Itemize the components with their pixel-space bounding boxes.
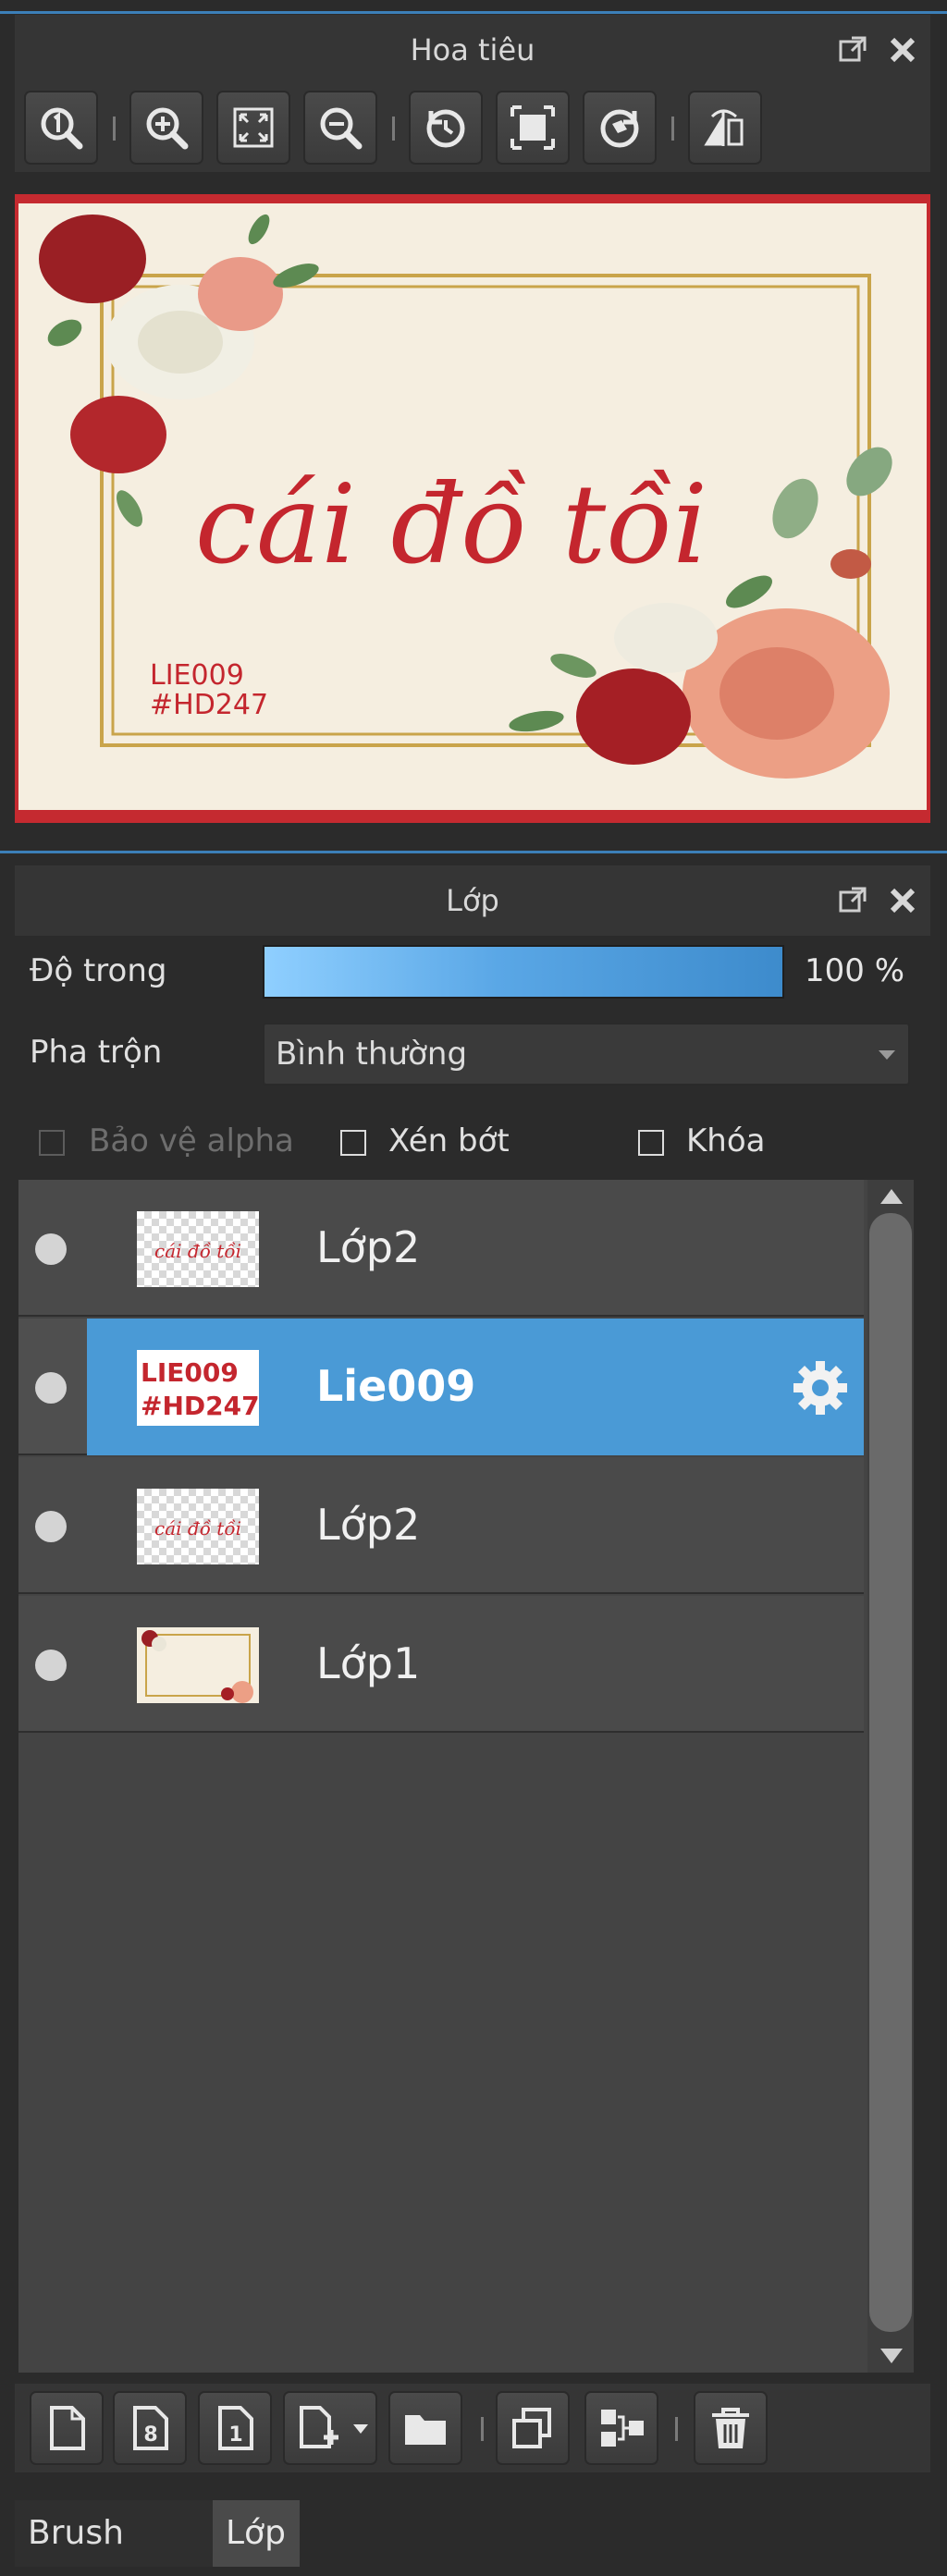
tab-brush-size[interactable]: Brush Size: [15, 2500, 213, 2567]
layer-name: Lie009: [316, 1361, 476, 1411]
popout-icon[interactable]: [838, 35, 867, 65]
close-icon[interactable]: [888, 35, 917, 65]
toolbar-separator: [675, 2417, 678, 2441]
flip-horizontal-icon[interactable]: [688, 91, 762, 165]
visibility-toggle[interactable]: [35, 1233, 67, 1265]
popout-icon[interactable]: [838, 886, 867, 915]
layer-name: Lớp1: [316, 1638, 421, 1688]
preview-artwork: cái đồ tồi LIE009 #HD247: [18, 203, 927, 810]
layer-thumbnail: LIE009 #HD247: [137, 1350, 259, 1426]
visibility-toggle[interactable]: [35, 1372, 67, 1404]
preview-stamp-line2: #HD247: [150, 689, 268, 721]
fit-frame-icon[interactable]: [496, 91, 570, 165]
visibility-toggle[interactable]: [35, 1511, 67, 1542]
toolbar-separator: [671, 117, 674, 141]
checkbox-box: [340, 1130, 366, 1156]
duplicate-layer-icon[interactable]: [496, 2391, 570, 2465]
new-1bit-layer-icon[interactable]: 1: [198, 2391, 272, 2465]
layer-title-bar: Lớp: [15, 865, 930, 936]
canvas-preview[interactable]: cái đồ tồi LIE009 #HD247: [18, 203, 927, 810]
navigator-title-bar: Hoa tiêu: [15, 15, 930, 85]
svg-text:LIE009: LIE009: [141, 1357, 239, 1388]
navigator-toolbar: [15, 81, 930, 172]
rotate-right-icon[interactable]: [583, 91, 657, 165]
layer-list: cái đồ tồi Lớp2 LIE009 #HD247 Lie009 cái …: [18, 1180, 910, 2373]
checkbox-box: [39, 1130, 65, 1156]
layer-thumbnail: cái đồ tồi: [137, 1489, 259, 1564]
checkbox-box: [638, 1130, 664, 1156]
scroll-up-icon[interactable]: [880, 1189, 903, 1204]
lock-label: Khóa: [686, 1122, 766, 1159]
zoom-actual-icon[interactable]: [24, 91, 98, 165]
opacity-label: Độ trong: [30, 952, 167, 989]
layer-list-scrollbar[interactable]: [867, 1180, 914, 2373]
blend-mode-value: Bình thường: [276, 1036, 468, 1073]
zoom-out-icon[interactable]: [303, 91, 377, 165]
layer-toolbar: 8 1: [15, 2384, 930, 2472]
panel-accent-line: [0, 11, 947, 14]
delete-layer-icon[interactable]: [694, 2391, 768, 2465]
new-layer-icon[interactable]: [30, 2391, 104, 2465]
layer-thumbnail: [137, 1627, 259, 1703]
close-icon[interactable]: [888, 886, 917, 915]
panel-tab-bar: Brush Size Lớp: [0, 2485, 947, 2576]
layer-row[interactable]: cái đồ tồi Lớp2: [18, 1180, 864, 1317]
new-8bit-layer-icon[interactable]: 8: [113, 2391, 187, 2465]
tab-layer[interactable]: Lớp: [213, 2500, 300, 2567]
chevron-down-icon: [879, 1050, 895, 1060]
toolbar-separator: [481, 2417, 484, 2441]
blend-mode-label: Pha trộn: [30, 1034, 163, 1071]
navigator-preview-frame[interactable]: cái đồ tồi LIE009 #HD247: [15, 194, 930, 823]
layer-row-selected[interactable]: LIE009 #HD247 Lie009: [18, 1319, 864, 1455]
layer-row[interactable]: Lớp1: [18, 1596, 864, 1733]
toolbar-separator: [392, 117, 395, 141]
scroll-down-icon[interactable]: [880, 2349, 903, 2363]
layer-row[interactable]: cái đồ tồi Lớp2: [18, 1457, 864, 1594]
svg-text:cái đồ tồi: cái đồ tồi: [154, 1517, 241, 1539]
preview-stamp-line1: LIE009: [150, 659, 244, 692]
layer-name: Lớp2: [316, 1222, 421, 1272]
scrollbar-thumb[interactable]: [869, 1213, 912, 2332]
panel-accent-line: [0, 851, 947, 853]
svg-text:1: 1: [228, 2423, 242, 2447]
navigator-panel: Hoa tiêu cái đồ tồi LIE009 #HD247: [0, 0, 947, 849]
layer-name: Lớp2: [316, 1500, 421, 1550]
navigator-title: Hoa tiêu: [410, 32, 535, 67]
layer-panel-title: Lớp: [446, 883, 499, 918]
opacity-slider[interactable]: [263, 945, 784, 999]
svg-text:8: 8: [143, 2423, 157, 2447]
fit-screen-icon[interactable]: [216, 91, 290, 165]
merge-layer-icon[interactable]: [584, 2391, 658, 2465]
add-layer-menu-icon[interactable]: [283, 2391, 377, 2465]
toolbar-separator: [113, 117, 116, 141]
rotate-left-icon[interactable]: [409, 91, 483, 165]
opacity-value: 100 %: [805, 952, 905, 989]
preview-main-text: cái đồ tồi: [195, 460, 707, 588]
new-folder-icon[interactable]: [388, 2391, 462, 2465]
svg-text:#HD247: #HD247: [141, 1391, 259, 1421]
gear-icon[interactable]: [790, 1357, 851, 1418]
layer-panel: Lớp Độ trong 100 % Pha trộn Bình thường …: [0, 849, 947, 2576]
svg-text:cái đồ tồi: cái đồ tồi: [154, 1240, 241, 1262]
clipping-label: Xén bớt: [388, 1122, 510, 1159]
blend-mode-select[interactable]: Bình thường: [263, 1023, 910, 1086]
zoom-in-icon[interactable]: [129, 91, 203, 165]
layer-thumbnail: cái đồ tồi: [137, 1211, 259, 1287]
visibility-toggle[interactable]: [35, 1650, 67, 1681]
protect-alpha-label: Bảo vệ alpha: [89, 1122, 294, 1159]
